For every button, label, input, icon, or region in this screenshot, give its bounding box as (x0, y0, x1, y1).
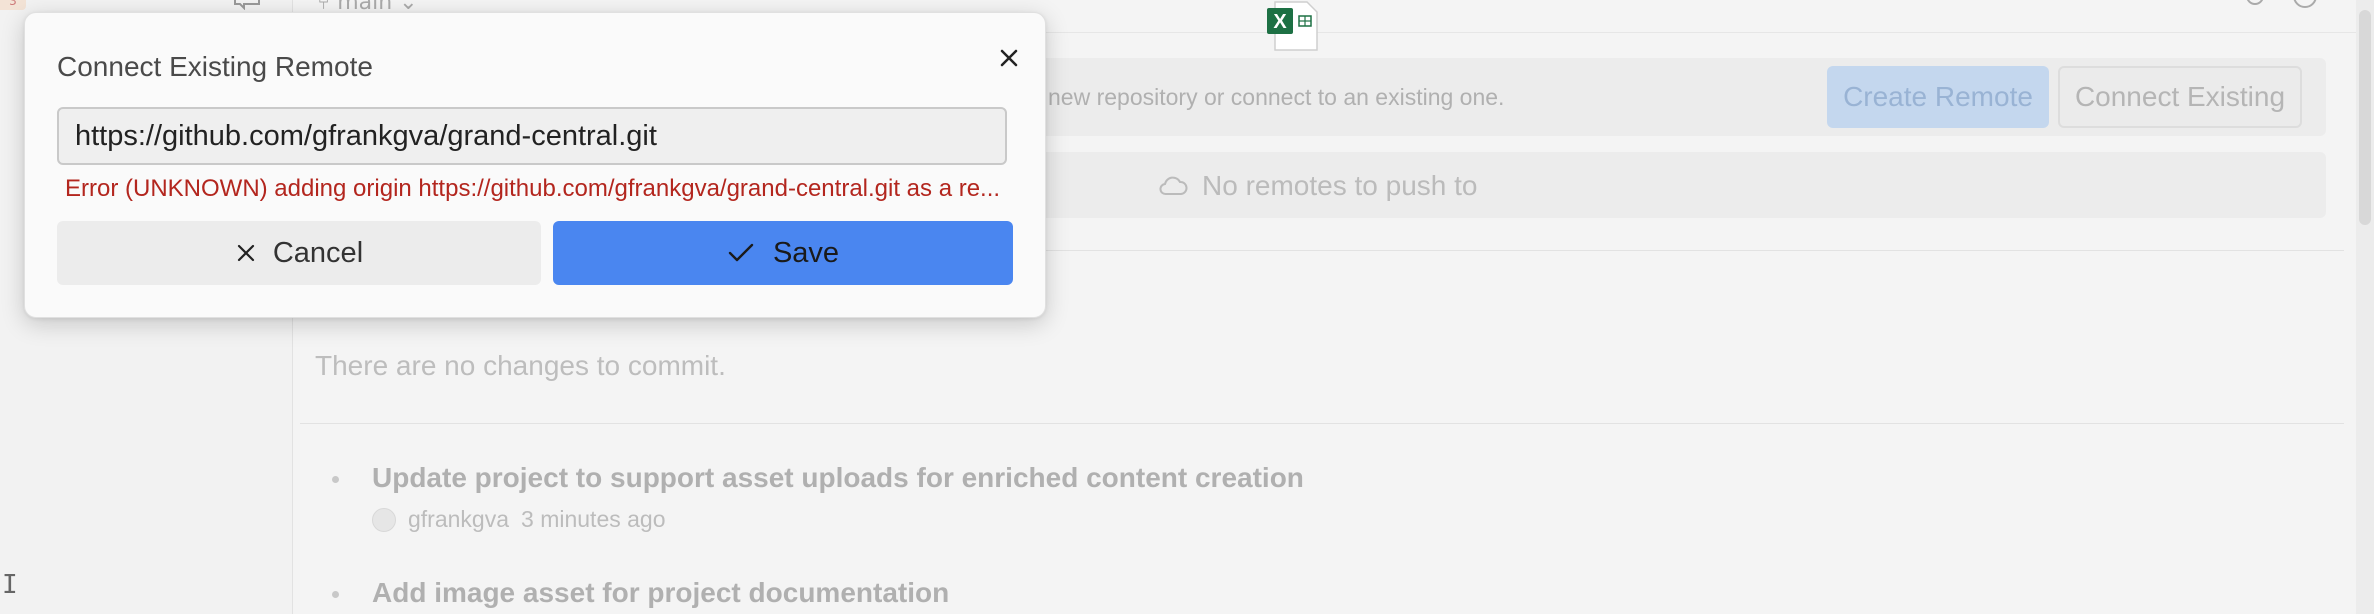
no-changes-text: There are no changes to commit. (315, 350, 726, 381)
save-button[interactable]: Save (553, 221, 1013, 285)
dialog-title: Connect Existing Remote (57, 51, 373, 82)
connect-remote-dialog: Connect Existing Remote Error (UNKNOWN) … (24, 12, 1046, 318)
cancel-label: Cancel (272, 236, 364, 269)
cancel-button[interactable]: Cancel (57, 221, 541, 285)
refresh-icon[interactable] (2290, 0, 2320, 12)
save-label: Save (772, 236, 840, 269)
x-icon (237, 244, 254, 262)
check-icon (728, 243, 754, 262)
no-remotes-text: No remotes to push to (1202, 170, 1478, 201)
commit-title: Update project to support asset uploads … (372, 462, 1304, 493)
cloud-icon (1159, 176, 1188, 195)
gear-icon[interactable] (2240, 0, 2270, 12)
close-button[interactable] (983, 37, 1023, 77)
error-message: Error (UNKNOWN) adding origin https://gi… (65, 175, 1001, 202)
text-cursor-icon: I (2, 570, 18, 600)
avatar (372, 507, 396, 532)
divider (300, 423, 2344, 424)
scrollbar-thumb[interactable] (2359, 10, 2371, 225)
commit-time: 3 minutes ago (521, 506, 666, 532)
connect-existing-button[interactable]: Connect Existing (2058, 66, 2302, 128)
excel-file-icon: X (1267, 1, 1318, 51)
commit-bullet (332, 476, 339, 483)
create-remote-button[interactable]: Create Remote (1827, 66, 2049, 128)
commit-title: Add image asset for project documentatio… (372, 577, 950, 608)
commit-bullet (332, 591, 339, 598)
commit-meta: gfrankgva 3 minutes ago (372, 506, 666, 533)
comment-icon[interactable] (232, 0, 262, 10)
remote-url-input[interactable] (57, 107, 1007, 165)
commit-author: gfrankgva (408, 506, 510, 532)
scrollbar[interactable] (2356, 0, 2374, 614)
close-icon (1000, 49, 1018, 67)
svg-text:X: X (1273, 11, 1287, 33)
remote-description: new repository or connect to an existing… (1048, 84, 1505, 110)
change-count-badge: 3 (0, 0, 26, 10)
